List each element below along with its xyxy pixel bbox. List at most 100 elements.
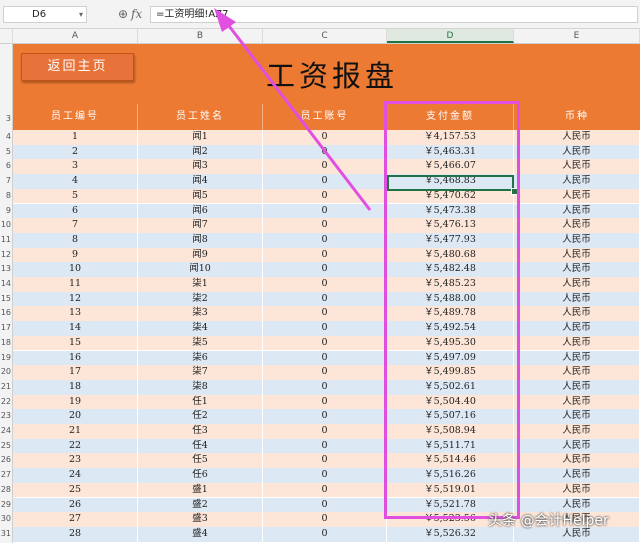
cell-employee-id[interactable]: 8 [13,232,138,248]
cell-employee-name[interactable]: 任2 [138,409,263,424]
cell-currency[interactable]: 人民币 [514,203,640,219]
cell-employee-name[interactable]: 闻10 [138,262,263,277]
cell-employee-name[interactable]: 盛2 [138,497,263,513]
cell-currency[interactable]: 人民币 [514,379,640,395]
cell-employee-account[interactable]: 0 [263,350,387,366]
cell-employee-account[interactable]: 0 [263,424,387,439]
cell-employee-id[interactable]: 21 [13,424,138,439]
column-b-header[interactable]: B [138,29,263,43]
cell-employee-account[interactable]: 0 [263,247,387,263]
row-number[interactable]: 7 [0,174,12,189]
cell-currency[interactable]: 人民币 [514,438,640,454]
cell-employee-name[interactable]: 闻4 [138,174,263,189]
zoom-icon[interactable]: ⊕ [115,6,131,22]
column-d-header[interactable]: D [387,29,514,43]
row-number[interactable]: 17 [0,321,12,336]
cell-employee-name[interactable]: 柒1 [138,277,263,292]
cell-employee-id[interactable]: 18 [13,379,138,395]
column-e-header[interactable]: E [514,29,640,43]
cell-employee-id[interactable]: 2 [13,144,138,160]
cell-employee-account[interactable]: 0 [263,203,387,219]
cell-employee-name[interactable]: 闻8 [138,232,263,248]
cell-employee-name[interactable]: 任3 [138,424,263,439]
row-number[interactable]: 18 [0,336,12,351]
cell-currency[interactable]: 人民币 [514,291,640,307]
row-number[interactable]: 29 [0,498,12,513]
cell-currency[interactable]: 人民币 [514,335,640,351]
cell-employee-name[interactable]: 闻6 [138,203,263,219]
cell-employee-id[interactable]: 24 [13,468,138,483]
cell-employee-name[interactable]: 盛1 [138,482,263,498]
cell-currency[interactable]: 人民币 [514,144,640,160]
row-number[interactable]: 23 [0,409,12,424]
column-a-header[interactable]: A [13,29,138,43]
cell-employee-id[interactable]: 16 [13,350,138,366]
cell-employee-account[interactable]: 0 [263,159,387,175]
cell-employee-name[interactable]: 柒8 [138,379,263,395]
row-number[interactable]: 28 [0,483,12,498]
cell-employee-id[interactable]: 5 [13,188,138,204]
cell-employee-id[interactable]: 20 [13,409,138,424]
row-number[interactable]: 4 [0,130,12,145]
cell-employee-name[interactable]: 任1 [138,394,263,410]
row-number[interactable]: 31 [0,527,12,542]
cell-employee-account[interactable]: 0 [263,291,387,307]
cell-employee-account[interactable]: 0 [263,482,387,498]
cell-employee-account[interactable]: 0 [263,468,387,483]
cell-employee-id[interactable]: 17 [13,365,138,380]
cell-employee-account[interactable]: 0 [263,497,387,513]
row-number[interactable]: 6 [0,159,12,174]
cell-employee-account[interactable]: 0 [263,453,387,469]
cell-employee-account[interactable]: 0 [263,306,387,322]
cell-employee-name[interactable]: 闻2 [138,144,263,160]
select-all-corner[interactable] [0,29,13,43]
name-box[interactable]: D6 ▾ [3,6,87,23]
row-number[interactable]: 9 [0,204,12,219]
row-number[interactable]: 11 [0,233,12,248]
cell-employee-name[interactable]: 闻7 [138,218,263,233]
cell-employee-id[interactable]: 10 [13,262,138,277]
cell-currency[interactable]: 人民币 [514,174,640,189]
cell-employee-account[interactable]: 0 [263,335,387,351]
row-number[interactable]: 16 [0,306,12,321]
cell-employee-name[interactable]: 闻5 [138,188,263,204]
cell-employee-id[interactable]: 7 [13,218,138,233]
chevron-down-icon[interactable]: ▾ [79,7,83,22]
row-number[interactable]: 5 [0,145,12,160]
row-number[interactable]: 15 [0,292,12,307]
formula-input[interactable]: =工资明细!AZ7 [150,6,638,23]
cell-employee-id[interactable]: 1 [13,130,138,145]
row-number[interactable]: 20 [0,365,12,380]
cell-currency[interactable]: 人民币 [514,482,640,498]
cell-employee-account[interactable]: 0 [263,409,387,424]
cell-employee-id[interactable]: 27 [13,512,138,527]
cell-employee-id[interactable]: 13 [13,306,138,322]
cell-employee-name[interactable]: 盛3 [138,512,263,527]
cell-employee-account[interactable]: 0 [263,321,387,336]
row-number[interactable]: 8 [0,189,12,204]
cell-employee-id[interactable]: 12 [13,291,138,307]
row-number[interactable]: 22 [0,395,12,410]
cell-employee-name[interactable]: 任6 [138,468,263,483]
cell-currency[interactable]: 人民币 [514,262,640,277]
cell-employee-name[interactable]: 柒4 [138,321,263,336]
cell-employee-name[interactable]: 柒5 [138,335,263,351]
cell-currency[interactable]: 人民币 [514,453,640,469]
row-number[interactable]: 27 [0,468,12,483]
row-number[interactable]: 24 [0,424,12,439]
cell-currency[interactable]: 人民币 [514,468,640,483]
cell-employee-account[interactable]: 0 [263,394,387,410]
cell-currency[interactable]: 人民币 [514,159,640,175]
cell-employee-account[interactable]: 0 [263,188,387,204]
cell-currency[interactable]: 人民币 [514,232,640,248]
cell-currency[interactable]: 人民币 [514,424,640,439]
cell-currency[interactable]: 人民币 [514,188,640,204]
row-number[interactable]: 3 [0,112,12,127]
cell-employee-account[interactable]: 0 [263,144,387,160]
row-number[interactable]: 13 [0,262,12,277]
row-number[interactable]: 25 [0,439,12,454]
cell-employee-id[interactable]: 11 [13,277,138,292]
cell-employee-name[interactable]: 任5 [138,453,263,469]
cell-employee-id[interactable]: 14 [13,321,138,336]
cell-currency[interactable]: 人民币 [514,409,640,424]
